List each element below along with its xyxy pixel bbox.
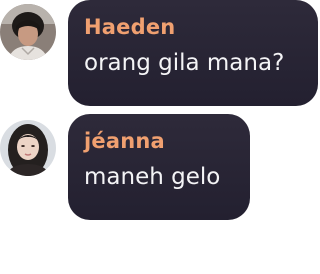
avatar-photo-icon (0, 120, 56, 176)
message-text: orang gila mana? (84, 50, 285, 76)
avatar-photo-icon (0, 4, 56, 60)
user-avatar[interactable] (0, 120, 56, 176)
message-bubble: Haeden orang gila mana? (68, 0, 318, 106)
message-bubble: jéanna maneh gelo (68, 114, 250, 220)
author-name[interactable]: jéanna (84, 128, 232, 154)
message-text: maneh gelo (84, 164, 221, 190)
user-avatar[interactable] (0, 4, 56, 60)
author-name[interactable]: Haeden (84, 14, 300, 40)
